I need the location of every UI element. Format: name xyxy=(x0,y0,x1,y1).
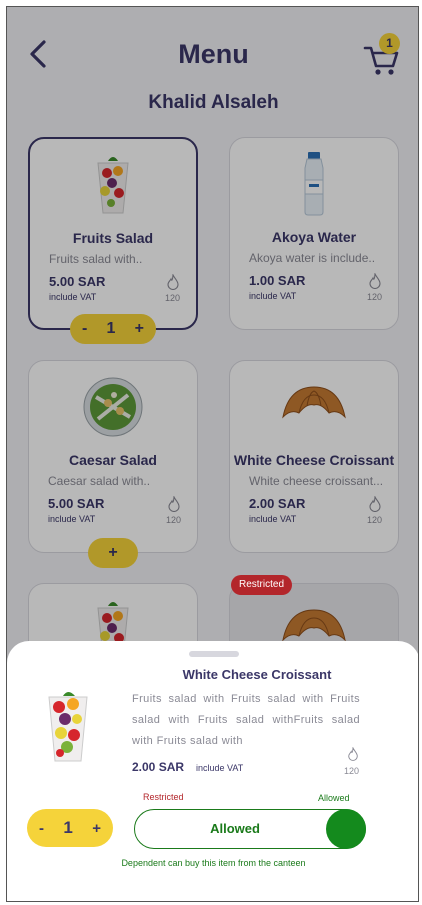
item-detail-sheet: White Cheese Croissant Fruits salad with… xyxy=(7,641,418,901)
menu-screen: Menu 1 Khalid Alsaleh Fruits Salad Fruit… xyxy=(7,7,418,901)
sheet-drag-handle[interactable] xyxy=(189,651,239,657)
restricted-badge: Restricted xyxy=(231,575,293,595)
increase-button[interactable]: + xyxy=(92,820,101,837)
sheet-quantity-stepper: - 1 + xyxy=(27,809,113,847)
sheet-item-description: Fruits salad with Fruits salad with Frui… xyxy=(132,693,360,747)
fruit-cup-image xyxy=(48,692,88,762)
decrease-button[interactable]: - xyxy=(39,820,44,837)
toggle-label-allowed: Allowed xyxy=(318,793,350,803)
toggle-state-label: Allowed xyxy=(210,821,260,836)
allowed-restricted-toggle[interactable]: Allowed xyxy=(134,809,366,849)
permission-note: Dependent can buy this item from the can… xyxy=(121,858,306,868)
calorie-flame-icon xyxy=(348,747,358,761)
phone-frame: Menu 1 Khalid Alsaleh Fruits Salad Fruit… xyxy=(6,6,419,902)
toggle-label-restricted: Restricted xyxy=(143,792,184,802)
sheet-vat-label: include VAT xyxy=(196,763,244,773)
sheet-item-title: White Cheese Croissant xyxy=(182,667,332,682)
sheet-item-price: 2.00 SAR xyxy=(132,760,185,774)
quantity-value: 1 xyxy=(63,818,73,837)
sheet-calories: 120 xyxy=(344,766,360,776)
toggle-knob[interactable] xyxy=(326,809,366,849)
